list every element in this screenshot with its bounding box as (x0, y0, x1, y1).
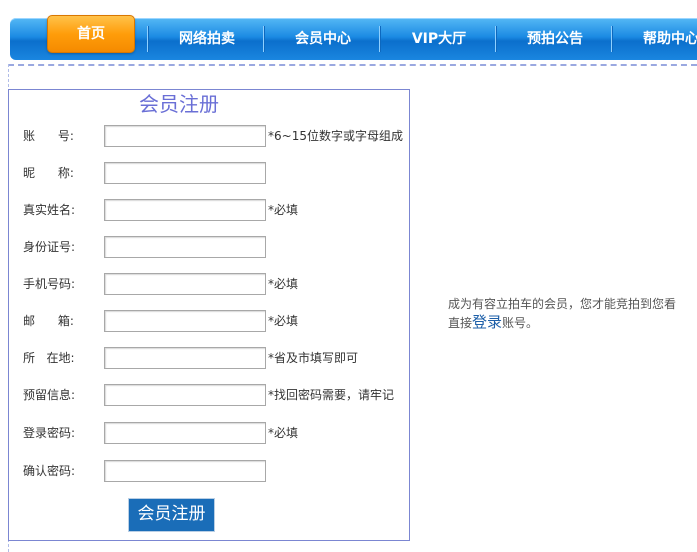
nav-separator (495, 26, 496, 52)
member-info-suffix: 账号。 (502, 316, 539, 330)
real-name-input[interactable] (104, 199, 266, 221)
form-row-password: 登录密码: *必填 (9, 421, 409, 445)
nav-item-pre-auction[interactable]: 预拍公告 (498, 18, 612, 60)
register-submit-button[interactable]: 会员注册 (128, 498, 215, 532)
field-hint: *省及市填写即可 (268, 351, 359, 365)
field-label: 真实姓名: (23, 203, 76, 217)
password-input[interactable] (104, 422, 266, 444)
form-row-email: 邮 箱: *必填 (9, 309, 409, 333)
field-label: 手机号码: (23, 277, 76, 291)
form-row-account: 账 号: *6~15位数字或字母组成 (9, 124, 409, 148)
field-hint: *6~15位数字或字母组成 (268, 129, 403, 143)
form-row-confirm-password: 确认密码: (9, 459, 409, 483)
nickname-input[interactable] (104, 162, 266, 184)
id-number-input[interactable] (104, 236, 266, 258)
form-row-real-name: 真实姓名: *必填 (9, 198, 409, 222)
page: 首页 网络拍卖 会员中心 VIP大厅 预拍公告 帮助中心 会员注册 账 号: *… (0, 0, 697, 552)
nav-separator (611, 26, 612, 52)
reserved-info-input[interactable] (104, 384, 266, 406)
member-info-line: 成为有容立拍车的会员，您才能竞拍到您看 (448, 297, 677, 311)
nav-item-auction[interactable]: 网络拍卖 (150, 18, 264, 60)
field-label: 预留信息: (23, 388, 76, 402)
member-info-text: 成为有容立拍车的会员，您才能竞拍到您看 直接登录账号。 (448, 295, 697, 332)
nav-separator (379, 26, 380, 52)
login-link[interactable]: 登录 (472, 313, 502, 331)
nav-separator (263, 26, 264, 52)
field-hint: *必填 (268, 314, 299, 328)
member-info-line: 直接登录账号。 (448, 313, 697, 332)
mobile-input[interactable] (104, 273, 266, 295)
nav-item-member-center[interactable]: 会员中心 (266, 18, 380, 60)
nav-item-vip-hall[interactable]: VIP大厅 (382, 18, 496, 60)
field-hint: *找回密码需要，请牢记 (268, 388, 395, 402)
field-hint: *必填 (268, 426, 299, 440)
email-input[interactable] (104, 310, 266, 332)
form-row-location: 所 在地: *省及市填写即可 (9, 346, 409, 370)
nav-item-help-center[interactable]: 帮助中心 (614, 18, 697, 60)
field-label: 身份证号: (23, 240, 76, 254)
dashed-divider-horizontal (8, 64, 697, 66)
form-title: 会员注册 (139, 92, 219, 116)
confirm-password-input[interactable] (104, 460, 266, 482)
form-row-id-number: 身份证号: (9, 235, 409, 259)
field-label: 登录密码: (23, 426, 76, 440)
nav-separator (147, 26, 148, 52)
nav-home-tab[interactable]: 首页 (47, 15, 135, 53)
form-row-reserved-info: 预留信息: *找回密码需要，请牢记 (9, 383, 409, 407)
field-label: 邮 箱: (23, 314, 74, 328)
field-hint: *必填 (268, 277, 299, 291)
form-row-mobile: 手机号码: *必填 (9, 272, 409, 296)
field-label: 确认密码: (23, 464, 76, 478)
field-label: 昵 称: (23, 166, 74, 180)
field-label: 所 在地: (23, 351, 75, 365)
location-input[interactable] (104, 347, 266, 369)
field-label: 账 号: (23, 129, 74, 143)
field-hint: *必填 (268, 203, 299, 217)
member-info-prefix: 直接 (448, 316, 473, 330)
account-input[interactable] (104, 125, 266, 147)
registration-form: 会员注册 账 号: *6~15位数字或字母组成 昵 称: 真实姓名: *必填 身… (8, 89, 410, 541)
form-row-nickname: 昵 称: (9, 161, 409, 185)
